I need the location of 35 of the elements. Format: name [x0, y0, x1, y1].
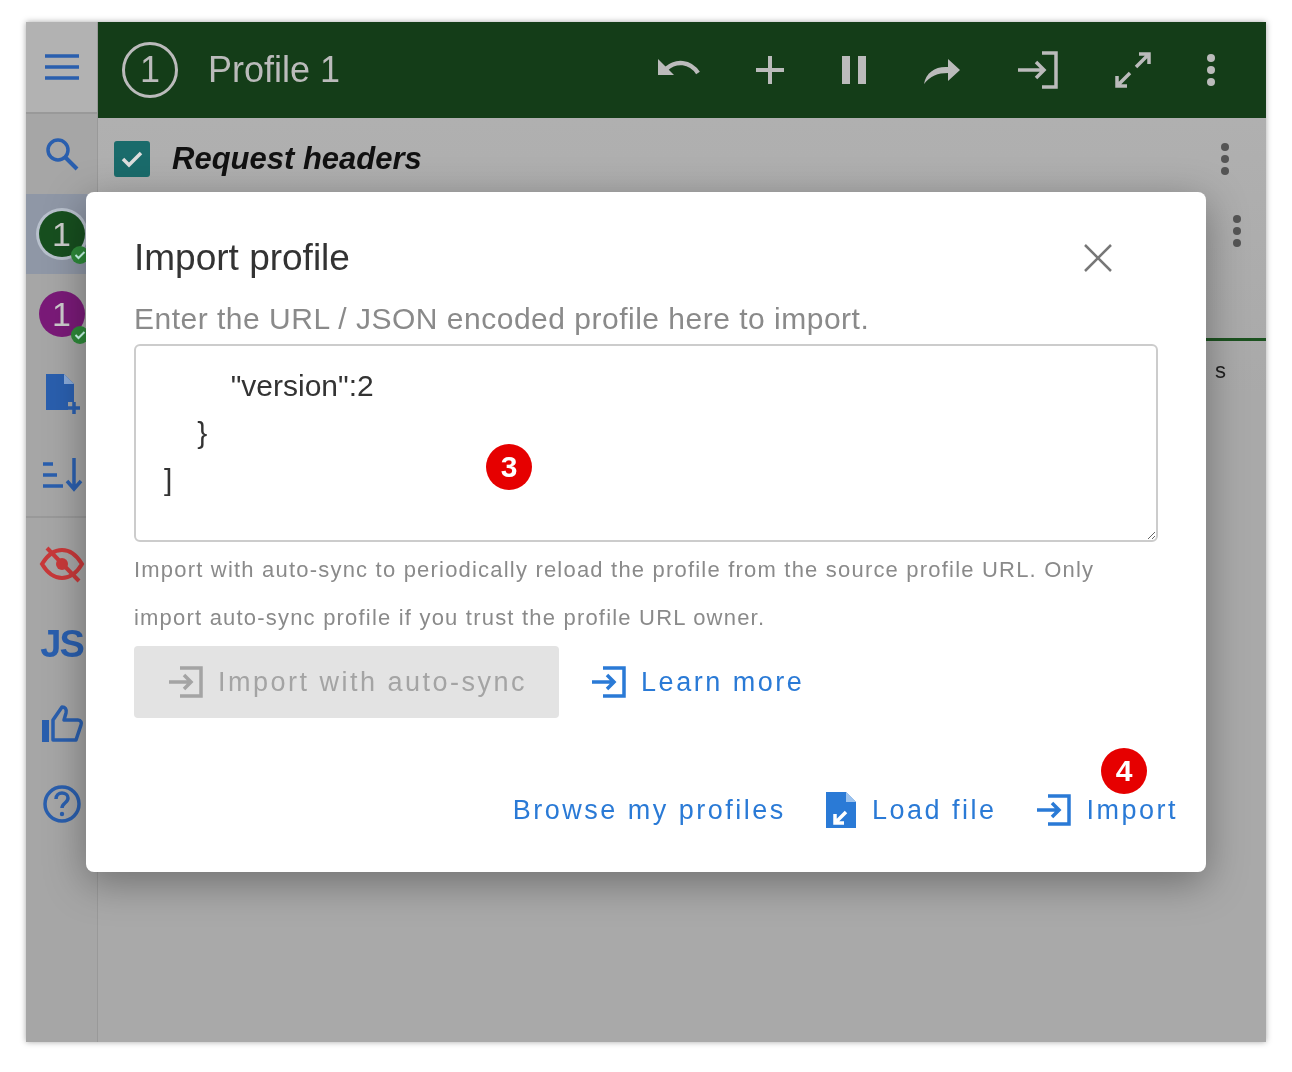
field-label: Enter the URL / JSON encoded profile here to import.	[134, 302, 871, 336]
browse-profiles-button[interactable]: Browse my profiles	[512, 794, 786, 826]
close-icon[interactable]	[1082, 242, 1114, 274]
js-label[interactable]: JS	[40, 622, 83, 666]
menu-icon[interactable]	[42, 53, 81, 81]
more-icon[interactable]	[1206, 53, 1216, 87]
eye-off-icon[interactable]	[38, 545, 85, 583]
tab-label[interactable]: s	[1215, 358, 1226, 384]
add-icon[interactable]	[754, 54, 786, 86]
enter-icon	[166, 665, 204, 699]
profile-avatar: 1	[38, 211, 85, 257]
file-icon	[823, 790, 858, 830]
profile-number: 1	[122, 42, 178, 98]
enter-icon	[1034, 793, 1073, 827]
profile-avatar: 1	[38, 291, 85, 337]
enter-icon[interactable]	[1016, 51, 1060, 89]
pause-icon[interactable]	[840, 55, 868, 85]
dialog-title: Import profile	[134, 237, 350, 279]
profile-title: Profile 1	[208, 49, 341, 91]
help-icon[interactable]	[41, 784, 82, 824]
help-text: Import with auto-sync to periodically reload the profile from the source profile URL. Only import auto-sync profile if you trust the profile URL owner.	[134, 556, 1096, 632]
step-marker: 4	[1101, 748, 1147, 794]
more-icon[interactable]	[1220, 142, 1230, 176]
checkbox[interactable]	[114, 141, 150, 177]
expand-icon[interactable]	[1114, 51, 1152, 89]
import-button[interactable]: Import	[1034, 793, 1178, 827]
more-icon[interactable]	[1232, 214, 1242, 248]
profile-item[interactable]: 1	[26, 274, 97, 354]
sort-icon[interactable]	[40, 456, 83, 492]
thumbs-up-icon[interactable]	[39, 704, 84, 744]
section-title: Request headers	[172, 141, 422, 177]
enter-icon	[589, 665, 628, 699]
learn-more-link[interactable]: Learn more	[589, 665, 805, 699]
load-file-button[interactable]: Load file	[823, 790, 997, 830]
search-icon[interactable]	[43, 136, 80, 172]
